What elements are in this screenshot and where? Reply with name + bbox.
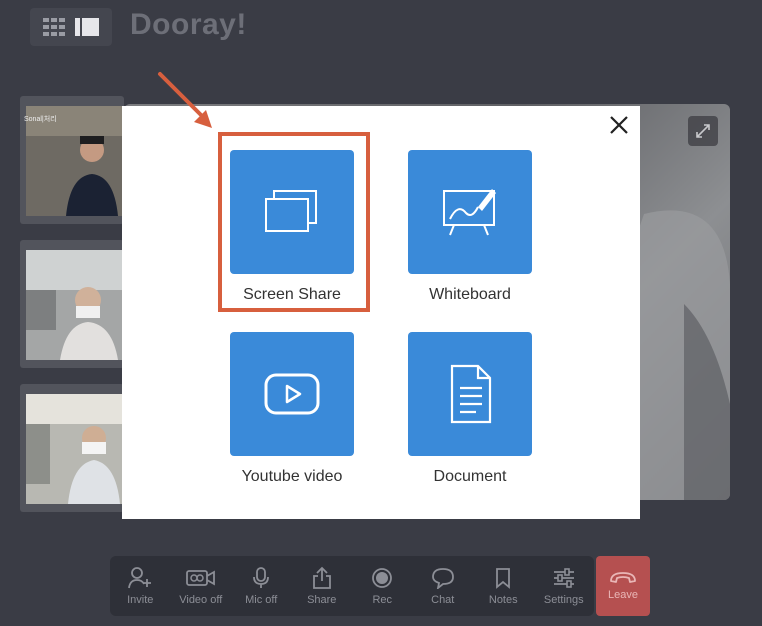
document-option[interactable]: Document — [408, 332, 532, 486]
notes-button[interactable]: Notes — [479, 566, 527, 606]
share-icon — [312, 566, 331, 589]
option-label: Document — [433, 468, 507, 485]
chat-icon — [431, 568, 454, 589]
document-tile[interactable] — [408, 332, 532, 456]
mic-icon — [253, 567, 270, 588]
notes-label: Notes — [488, 594, 518, 606]
close-icon — [610, 116, 628, 134]
share-button[interactable]: Share — [298, 566, 346, 606]
youtube-tile[interactable] — [230, 332, 354, 456]
view-switcher — [30, 8, 112, 46]
youtube-option[interactable]: Youtube video — [230, 332, 354, 486]
record-icon — [372, 568, 393, 588]
youtube-icon — [264, 373, 320, 415]
sliders-icon — [553, 568, 574, 588]
participant-tile[interactable]: Sonal|처리 — [20, 96, 124, 224]
rec-button[interactable]: Rec — [358, 566, 406, 606]
option-label: Youtube video — [241, 468, 343, 485]
screen-share-icon — [265, 190, 317, 232]
speaker-view-icon[interactable] — [75, 18, 99, 36]
screen-share-tile[interactable] — [230, 150, 354, 274]
participant-label: Sonal|처리 — [24, 116, 57, 123]
annotation-arrow-icon — [158, 72, 212, 128]
settings-label: Settings — [543, 594, 584, 606]
video-icon — [185, 570, 215, 586]
share-options-dialog: Screen Share Whiteboard Youtube video Do… — [122, 106, 640, 519]
leave-button[interactable]: Leave — [596, 556, 650, 616]
document-icon — [450, 364, 492, 424]
expand-icon — [696, 124, 710, 138]
close-button[interactable] — [606, 112, 632, 138]
participant-tile[interactable] — [20, 384, 124, 512]
mic-off-label: Mic off — [245, 594, 278, 606]
app-title: Dooray! — [130, 8, 247, 41]
chat-button[interactable]: Chat — [419, 566, 467, 606]
option-label: Whiteboard — [429, 286, 511, 303]
whiteboard-option[interactable]: Whiteboard — [408, 150, 532, 304]
share-label: Share — [307, 594, 337, 606]
leave-label: Leave — [608, 589, 638, 601]
invite-label: Invite — [127, 594, 154, 606]
screen-share-option[interactable]: Screen Share — [230, 150, 354, 304]
whiteboard-tile[interactable] — [408, 150, 532, 274]
invite-button[interactable]: Invite — [116, 566, 164, 606]
hang-up-icon — [610, 572, 636, 583]
video-off-button[interactable]: Video off — [177, 566, 225, 606]
participant-tile[interactable] — [20, 240, 124, 368]
settings-button[interactable]: Settings — [540, 566, 588, 606]
mic-off-button[interactable]: Mic off — [237, 566, 285, 606]
chat-label: Chat — [431, 594, 455, 606]
meeting-toolbar: Invite Video off Mic off Share Rec Chat … — [110, 556, 594, 616]
rec-label: Rec — [372, 594, 393, 606]
whiteboard-icon — [443, 189, 496, 236]
grid-view-icon[interactable] — [43, 18, 65, 36]
expand-button[interactable] — [688, 116, 718, 146]
bookmark-icon — [496, 568, 511, 589]
option-label: Screen Share — [243, 286, 341, 303]
video-off-label: Video off — [179, 594, 223, 606]
invite-icon — [128, 567, 152, 589]
